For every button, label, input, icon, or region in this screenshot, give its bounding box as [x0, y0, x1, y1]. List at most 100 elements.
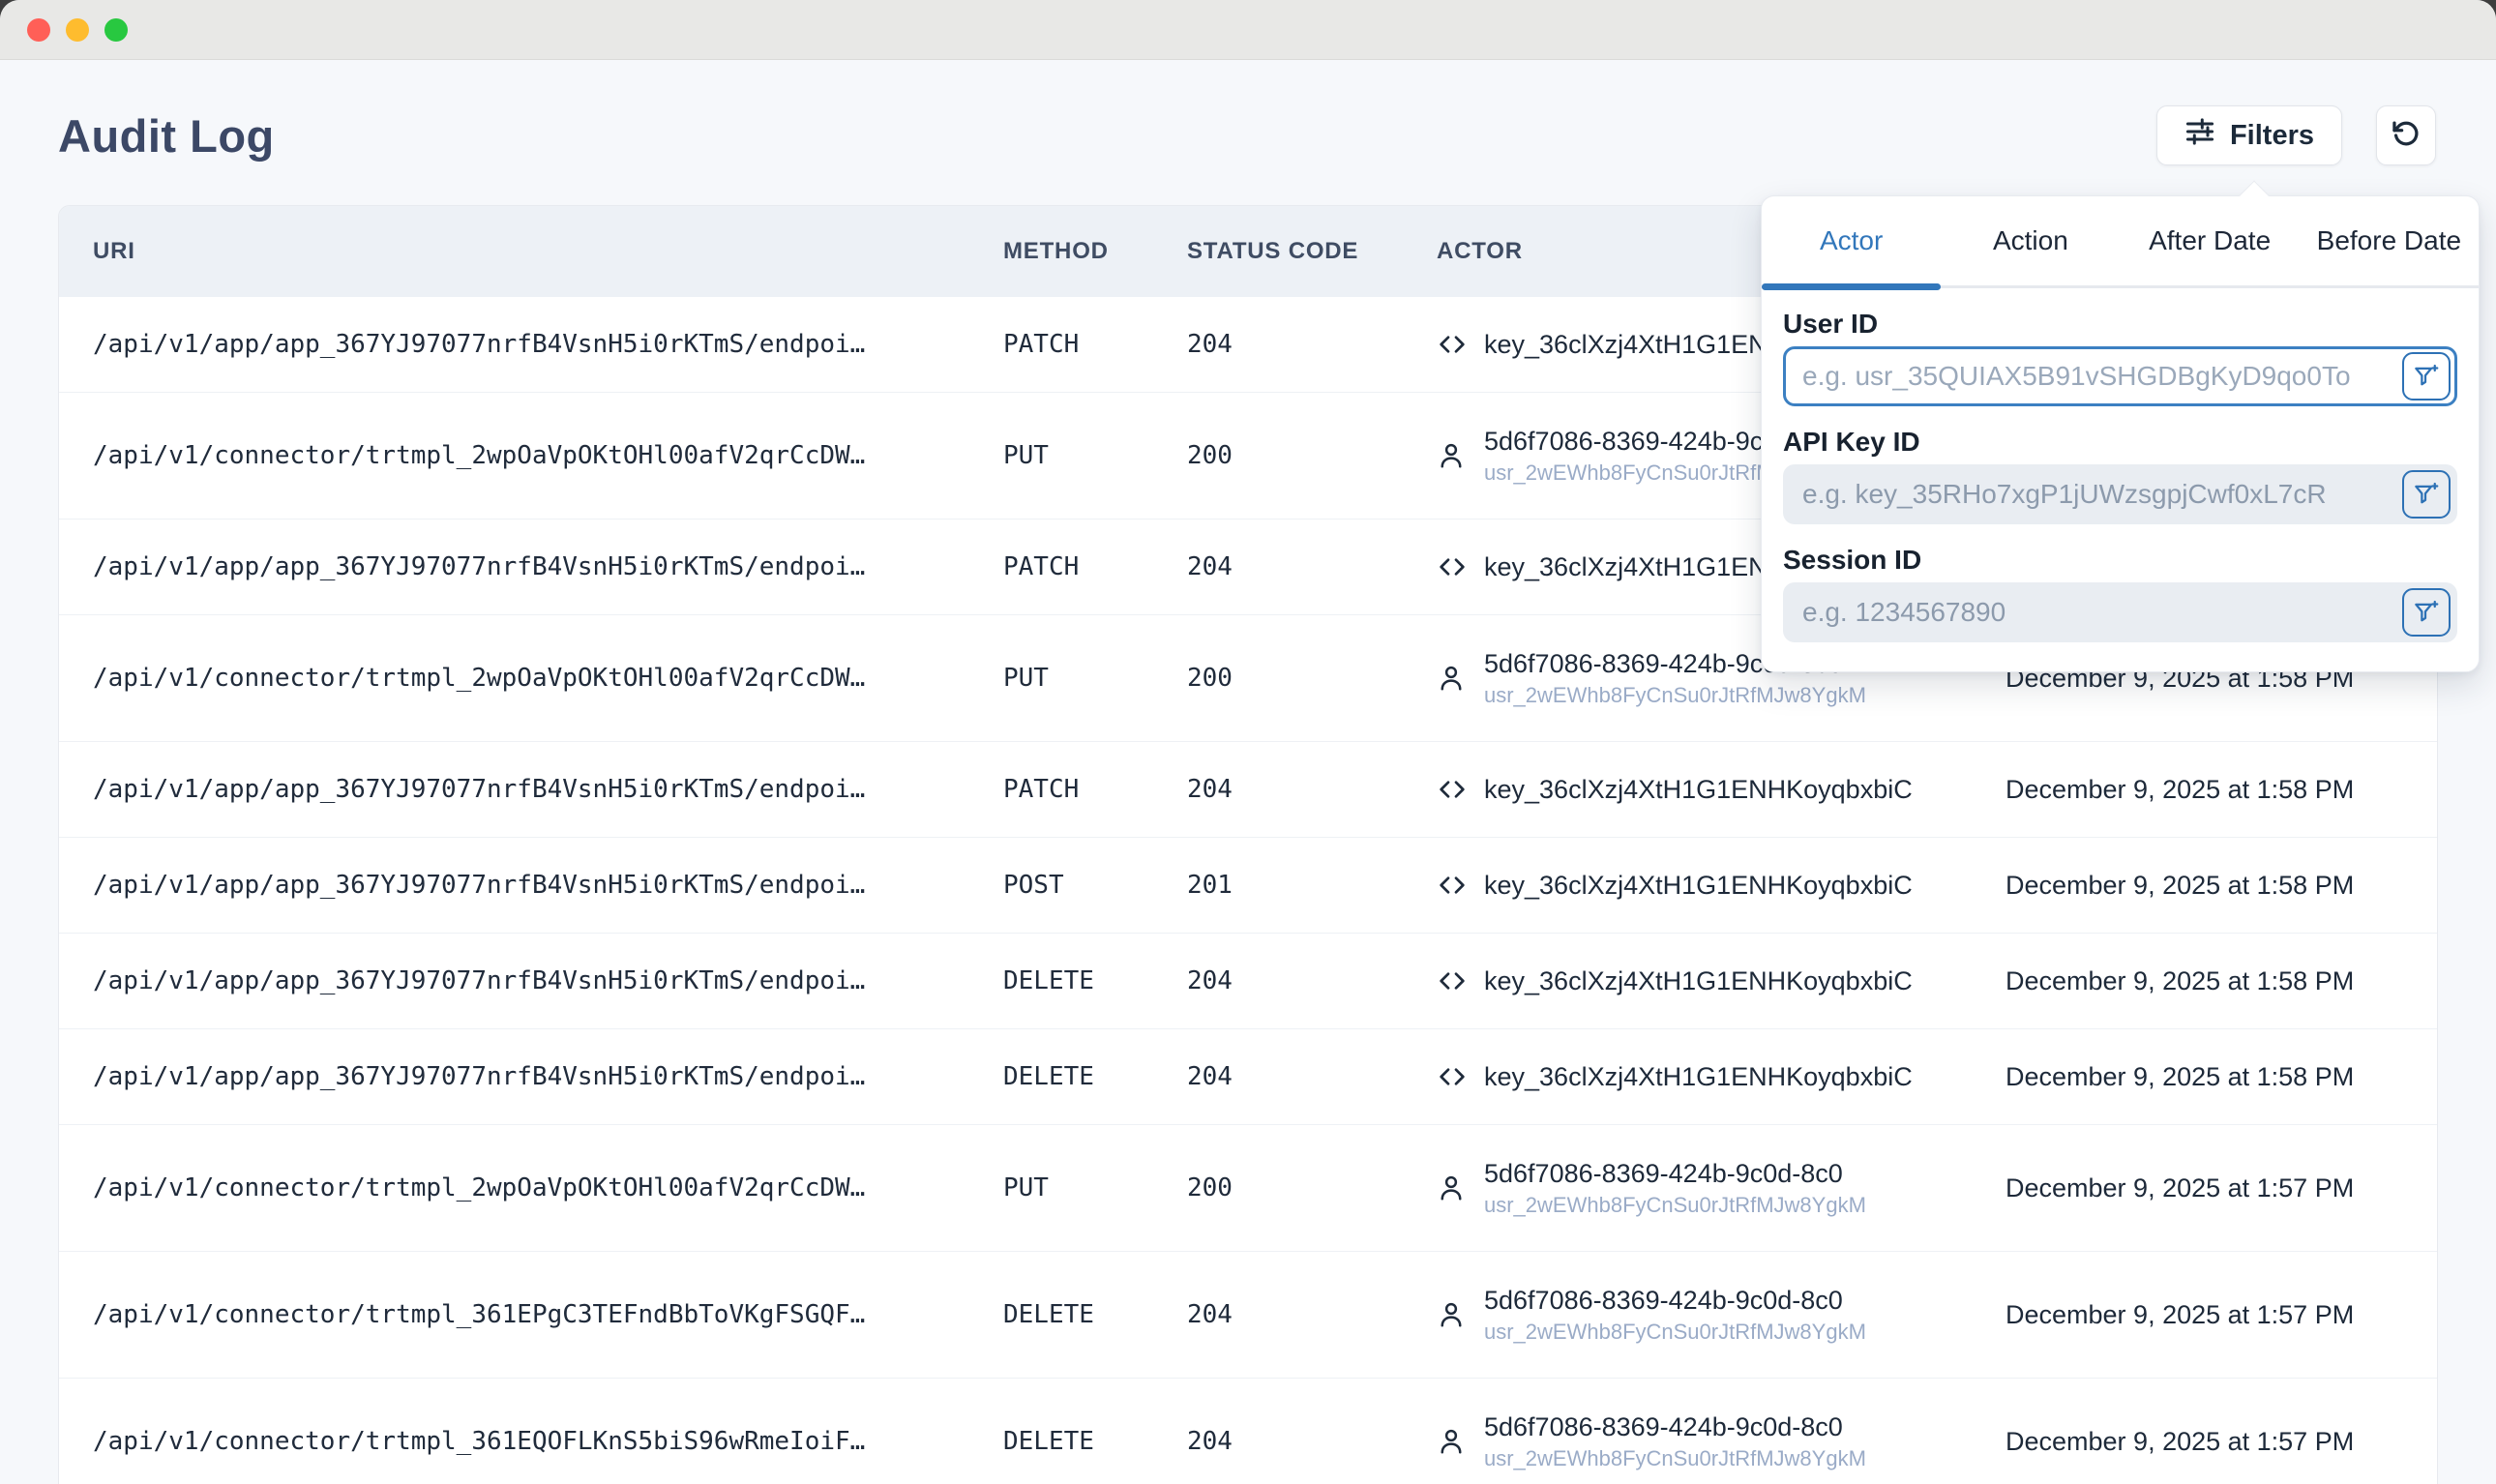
actor-cell: key_36clXzj4XtH1G1ENHKoyqbxbiC: [1437, 965, 2006, 996]
table-row[interactable]: /api/v1/connector/trtmpl_2wpOaVpOKtOHl00…: [59, 1125, 2437, 1252]
method-cell: PUT: [1003, 441, 1187, 470]
status-code-cell: 204: [1187, 775, 1437, 804]
status-code-cell: 204: [1187, 966, 1437, 995]
method-cell: DELETE: [1003, 1427, 1187, 1456]
actor-user-id: usr_2wEWhb8FyCnSu0rJtRfMJw8YgkM: [1484, 1446, 1866, 1471]
method-cell: POST: [1003, 871, 1187, 900]
sliders-icon: [2184, 116, 2215, 155]
uri-cell: /api/v1/connector/trtmpl_2wpOaVpOKtOHl00…: [59, 664, 1003, 693]
timestamp-cell: December 9, 2025 at 1:57 PM: [2006, 1427, 2437, 1457]
uri-cell: /api/v1/connector/trtmpl_2wpOaVpOKtOHl00…: [59, 1173, 1003, 1202]
status-code-cell: 204: [1187, 1300, 1437, 1329]
user-icon: [1437, 441, 1468, 470]
screen: Audit Log Filters: [0, 0, 2496, 1484]
status-code-cell: 200: [1187, 441, 1437, 470]
actor-cell: key_36clXzj4XtH1G1ENHKoyqbxbiC: [1437, 774, 2006, 805]
user-id-add-filter-button[interactable]: [2402, 352, 2451, 401]
funnel-plus-icon: [2412, 480, 2441, 509]
reset-filters-button[interactable]: [2376, 105, 2436, 165]
page-header: Audit Log Filters: [58, 104, 2436, 166]
status-code-cell: 201: [1187, 871, 1437, 900]
tab-action[interactable]: Action: [1941, 196, 2120, 285]
api-key-id-add-filter-button[interactable]: [2402, 470, 2451, 519]
table-row[interactable]: /api/v1/app/app_367YJ97077nrfB4VsnH5i0rK…: [59, 838, 2437, 934]
close-button[interactable]: [27, 18, 50, 42]
tab-after-date[interactable]: After Date: [2121, 196, 2300, 285]
actor-id: key_36clXzj4XtH1G1ENHKoyqbxbiC: [1484, 871, 1913, 901]
api-key-id-input[interactable]: [1783, 464, 2457, 524]
uri-cell: /api/v1/app/app_367YJ97077nrfB4VsnH5i0rK…: [59, 552, 1003, 581]
column-header-status-code: STATUS CODE: [1187, 238, 1437, 265]
table-row[interactable]: /api/v1/connector/trtmpl_361EQOFLKnS5biS…: [59, 1379, 2437, 1484]
method-cell: PATCH: [1003, 775, 1187, 804]
minimize-button[interactable]: [66, 18, 89, 42]
actor-cell: 5d6f7086-8369-424b-9c0d-8c0 usr_2wEWhb8Fy…: [1437, 1412, 2006, 1471]
uri-cell: /api/v1/connector/trtmpl_361EPgC3TEFndBb…: [59, 1300, 1003, 1329]
session-id-input[interactable]: [1783, 582, 2457, 642]
table-row[interactable]: /api/v1/connector/trtmpl_361EPgC3TEFndBb…: [59, 1252, 2437, 1379]
api-key-icon: [1437, 774, 1468, 805]
table-row[interactable]: /api/v1/app/app_367YJ97077nrfB4VsnH5i0rK…: [59, 934, 2437, 1029]
user-id-input-wrap: [1783, 346, 2457, 406]
column-header-uri: URI: [59, 238, 1003, 265]
uri-cell: /api/v1/app/app_367YJ97077nrfB4VsnH5i0rK…: [59, 775, 1003, 804]
method-cell: PATCH: [1003, 330, 1187, 359]
table-row[interactable]: /api/v1/app/app_367YJ97077nrfB4VsnH5i0rK…: [59, 1029, 2437, 1125]
user-icon: [1437, 1300, 1468, 1329]
timestamp-cell: December 9, 2025 at 1:57 PM: [2006, 1173, 2437, 1203]
uri-cell: /api/v1/app/app_367YJ97077nrfB4VsnH5i0rK…: [59, 871, 1003, 900]
tab-before-date[interactable]: Before Date: [2300, 196, 2479, 285]
session-id-add-filter-button[interactable]: [2402, 588, 2451, 637]
method-cell: DELETE: [1003, 1300, 1187, 1329]
timestamp-cell: December 9, 2025 at 1:58 PM: [2006, 871, 2437, 901]
tab-actor[interactable]: Actor: [1762, 196, 1941, 285]
filters-button[interactable]: Filters: [2156, 105, 2342, 165]
user-icon: [1437, 1427, 1468, 1456]
funnel-plus-icon: [2412, 598, 2441, 627]
actor-user-id: usr_2wEWhb8FyCnSu0rJtRfMJw8YgkM: [1484, 1320, 1866, 1345]
filters-button-label: Filters: [2230, 120, 2314, 152]
actor-cell: 5d6f7086-8369-424b-9c0d-8c0 usr_2wEWhb8Fy…: [1437, 1286, 2006, 1345]
user-icon: [1437, 1173, 1468, 1202]
uri-cell: /api/v1/connector/trtmpl_2wpOaVpOKtOHl00…: [59, 441, 1003, 470]
table-row[interactable]: /api/v1/app/app_367YJ97077nrfB4VsnH5i0rK…: [59, 742, 2437, 838]
user-icon: [1437, 664, 1468, 693]
app-window: Audit Log Filters: [0, 0, 2496, 1484]
column-header-method: METHOD: [1003, 238, 1187, 265]
actor-id: key_36clXzj4XtH1G1ENHKoyqbxbiC: [1484, 1062, 1913, 1092]
method-cell: PUT: [1003, 1173, 1187, 1202]
actor-user-id: usr_2wEWhb8FyCnSu0rJtRfMJw8YgkM: [1484, 1193, 1866, 1218]
status-code-cell: 200: [1187, 664, 1437, 693]
timestamp-cell: December 9, 2025 at 1:58 PM: [2006, 966, 2437, 996]
method-cell: DELETE: [1003, 966, 1187, 995]
timestamp-cell: December 9, 2025 at 1:58 PM: [2006, 1062, 2437, 1092]
uri-cell: /api/v1/app/app_367YJ97077nrfB4VsnH5i0rK…: [59, 330, 1003, 359]
status-code-cell: 204: [1187, 1062, 1437, 1091]
status-code-cell: 204: [1187, 552, 1437, 581]
status-code-cell: 204: [1187, 1427, 1437, 1456]
actor-id: 5d6f7086-8369-424b-9c0d-8c0: [1484, 1159, 1866, 1189]
window-titlebar: [0, 0, 2496, 60]
api-key-icon: [1437, 1061, 1468, 1092]
timestamp-cell: December 9, 2025 at 1:57 PM: [2006, 1300, 2437, 1330]
actor-id: key_36clXzj4XtH1G1ENHKoyqbxbiC: [1484, 966, 1913, 996]
method-cell: PUT: [1003, 664, 1187, 693]
actor-cell: key_36clXzj4XtH1G1ENHKoyqbxbiC: [1437, 1061, 2006, 1092]
method-cell: DELETE: [1003, 1062, 1187, 1091]
rotate-ccw-icon: [2390, 118, 2422, 154]
user-id-input[interactable]: [1783, 346, 2457, 406]
filter-fields: User IDAPI Key IDSession ID: [1762, 288, 2479, 642]
actor-id: 5d6f7086-8369-424b-9c0d-8c0: [1484, 1412, 1866, 1442]
api-key-icon: [1437, 870, 1468, 901]
method-cell: PATCH: [1003, 552, 1187, 581]
api-key-id-label: API Key ID: [1783, 428, 2457, 457]
actor-id: key_36clXzj4XtH1G1ENHKoyqbxbiC: [1484, 775, 1913, 805]
page-title: Audit Log: [58, 109, 2156, 163]
actor-cell: 5d6f7086-8369-424b-9c0d-8c0 usr_2wEWhb8Fy…: [1437, 1159, 2006, 1218]
zoom-button[interactable]: [104, 18, 128, 42]
uri-cell: /api/v1/connector/trtmpl_361EQOFLKnS5biS…: [59, 1427, 1003, 1456]
timestamp-cell: December 9, 2025 at 1:58 PM: [2006, 775, 2437, 805]
actor-id: 5d6f7086-8369-424b-9c0d-8c0: [1484, 1286, 1866, 1316]
filter-tabs: ActorActionAfter DateBefore Date: [1762, 196, 2479, 288]
status-code-cell: 200: [1187, 1173, 1437, 1202]
